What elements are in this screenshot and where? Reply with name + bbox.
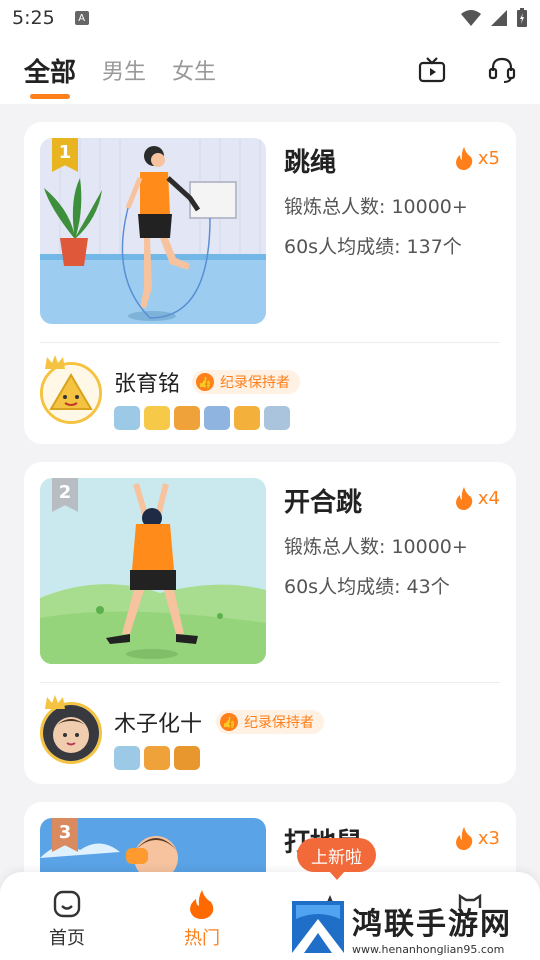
popularity: x3 (454, 826, 500, 850)
record-holder-name: 木子化十 (114, 712, 203, 737)
nav-home[interactable]: 首页 (37, 888, 97, 950)
watermark-logo (292, 901, 344, 953)
record-holder-badge: 👍 纪录保持者 (216, 710, 324, 734)
medal-icon (174, 746, 200, 770)
tv-icon[interactable] (418, 57, 446, 83)
exercise-thumbnail: 1 (40, 138, 266, 324)
exercise-card[interactable]: 1 跳绳 x5 锻炼总人数: 10000+ 60s人均成绩: 137个 张育铭 … (24, 122, 516, 444)
medal-icon (144, 406, 170, 430)
thumbs-up-icon: 👍 (220, 713, 238, 731)
top-header: 全部 男生 女生 (0, 36, 540, 104)
fire-icon (190, 890, 214, 919)
status-right (460, 8, 528, 28)
nav-home-label: 首页 (49, 928, 85, 949)
medal-list (114, 746, 200, 770)
thumbs-up-icon: 👍 (196, 373, 214, 391)
exercise-card[interactable]: 2 开合跳 x4 锻炼总人数: 10000+ 60s人均成绩: 43个 木子化十… (24, 462, 516, 784)
signal-icon (491, 10, 507, 26)
crown-icon (45, 355, 65, 369)
average-score: 60s人均成绩: 137个 (284, 236, 462, 258)
medal-icon (144, 746, 170, 770)
medal-icon (174, 406, 200, 430)
headset-icon[interactable] (488, 56, 516, 84)
medal-icon (264, 406, 290, 430)
watermark-title: 鸿联手游网 (352, 906, 512, 942)
status-bar: 5:25 A (0, 0, 540, 36)
watermark-url: www.henanhonglian95.com (352, 942, 505, 956)
average-score: 60s人均成绩: 43个 (284, 576, 450, 598)
popularity: x5 (454, 146, 500, 170)
nav-hot-label: 热门 (184, 928, 220, 949)
total-participants: 锻炼总人数: 10000+ (284, 196, 468, 218)
watermark-text: 鸿联手游网 www.henanhonglian95.com (352, 899, 512, 956)
exercise-thumbnail: 2 (40, 478, 266, 664)
fire-count: x4 (477, 487, 500, 509)
record-holder-badge: 👍 纪录保持者 (192, 370, 300, 394)
fire-icon (455, 147, 473, 170)
ranking-list: 1 跳绳 x5 锻炼总人数: 10000+ 60s人均成绩: 137个 张育铭 … (24, 122, 516, 910)
medal-icon (114, 406, 140, 430)
tab-all[interactable]: 全部 (24, 52, 76, 99)
watermark: 鸿联手游网 www.henanhonglian95.com (290, 896, 535, 958)
fire-icon (455, 487, 473, 510)
total-participants: 锻炼总人数: 10000+ (284, 536, 468, 558)
badge-label: 纪录保持者 (220, 375, 290, 391)
notification-a-icon: A (74, 11, 89, 25)
crown-icon (45, 695, 65, 709)
fire-count: x3 (477, 827, 500, 849)
header-icons (418, 56, 516, 84)
home-icon (53, 890, 81, 918)
nav-hot[interactable]: 热门 (172, 888, 232, 950)
medal-icon (234, 406, 260, 430)
avatar[interactable] (40, 362, 102, 424)
new-arrival-tag[interactable]: 上新啦 (297, 838, 376, 880)
status-time: 5:25 (12, 7, 55, 29)
exercise-title: 跳绳 (284, 148, 337, 178)
tab-girls[interactable]: 女生 (172, 54, 216, 86)
medal-list (114, 406, 290, 430)
battery-icon (517, 8, 527, 27)
popularity: x4 (454, 486, 500, 510)
wifi-icon (461, 10, 481, 26)
avatar[interactable] (40, 702, 102, 764)
exercise-title: 开合跳 (284, 488, 363, 518)
fire-icon (455, 827, 473, 850)
medal-icon (204, 406, 230, 430)
divider (40, 682, 500, 683)
badge-label: 纪录保持者 (244, 715, 314, 731)
tab-boys[interactable]: 男生 (102, 54, 146, 86)
fire-count: x5 (477, 147, 500, 169)
divider (40, 342, 500, 343)
medal-icon (114, 746, 140, 770)
record-holder-name: 张育铭 (114, 372, 181, 397)
